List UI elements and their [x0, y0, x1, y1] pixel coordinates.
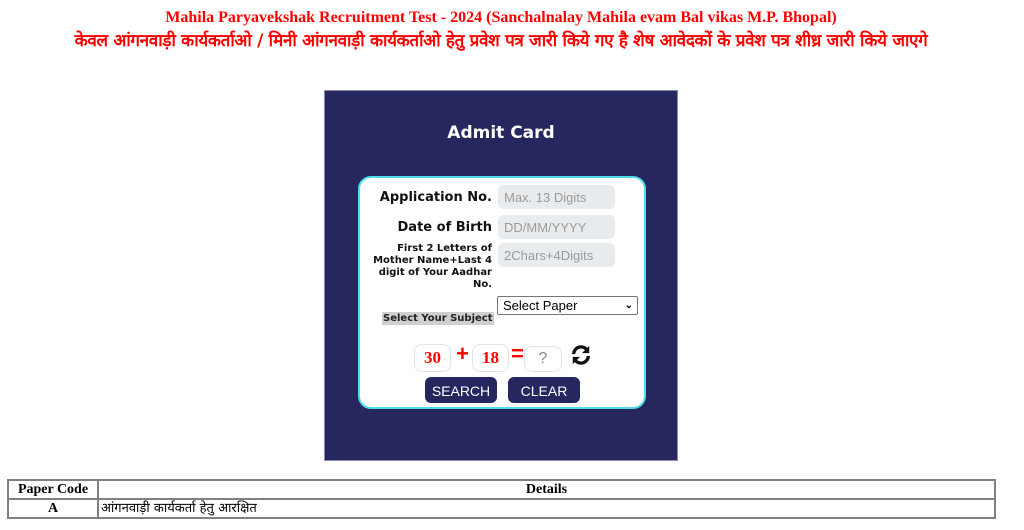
page-notice-hindi: केवल आंगनवाड़ी कार्यकर्ताओ / मिनी आंगनवा… [74, 31, 928, 51]
mother-aadhar-label: First 2 Letters of Mother Name+Last 4 di… [373, 243, 492, 290]
details-header: Details [97, 479, 996, 500]
captcha-answer-input[interactable]: ? [524, 346, 562, 372]
subject-label: Select Your Subject [382, 312, 494, 325]
captcha-equals-sign: = [511, 341, 524, 366]
page-title-english: Mahila Paryavekshak Recruitment Test - 2… [165, 9, 837, 26]
refresh-icon[interactable] [570, 344, 592, 366]
paper-select[interactable]: Select Paper ⌄ [497, 296, 638, 315]
captcha-number-1: 30 [414, 344, 451, 372]
search-button[interactable]: SEARCH [425, 377, 497, 403]
mother-aadhar-input[interactable] [498, 243, 615, 267]
paper-code-header: Paper Code [7, 479, 99, 500]
paper-details-cell: आंगनवाड़ी कार्यकर्ता हेतु आरक्षित [97, 498, 996, 519]
admit-card-title: Admit Card [447, 123, 555, 143]
paper-select-value: Select Paper [503, 298, 578, 313]
captcha-plus-sign: + [456, 341, 469, 366]
clear-button[interactable]: CLEAR [508, 377, 580, 403]
captcha-number-2: 18 [472, 344, 509, 372]
table-header-row: Paper Code Details [7, 479, 996, 500]
paper-code-table: Paper Code Details A आंगनवाड़ी कार्यकर्त… [7, 479, 996, 519]
dob-input[interactable] [498, 215, 615, 239]
admit-card-form: Application No. Date of Birth First 2 Le… [358, 176, 646, 409]
dob-label: Date of Birth [397, 220, 492, 235]
application-no-label: Application No. [379, 190, 492, 205]
table-row: A आंगनवाड़ी कार्यकर्ता हेतु आरक्षित [7, 498, 996, 519]
paper-code-cell: A [7, 498, 99, 519]
chevron-down-icon: ⌄ [624, 300, 633, 311]
admit-card-panel: Admit Card Application No. Date of Birth… [324, 90, 678, 461]
application-no-input[interactable] [498, 185, 615, 209]
